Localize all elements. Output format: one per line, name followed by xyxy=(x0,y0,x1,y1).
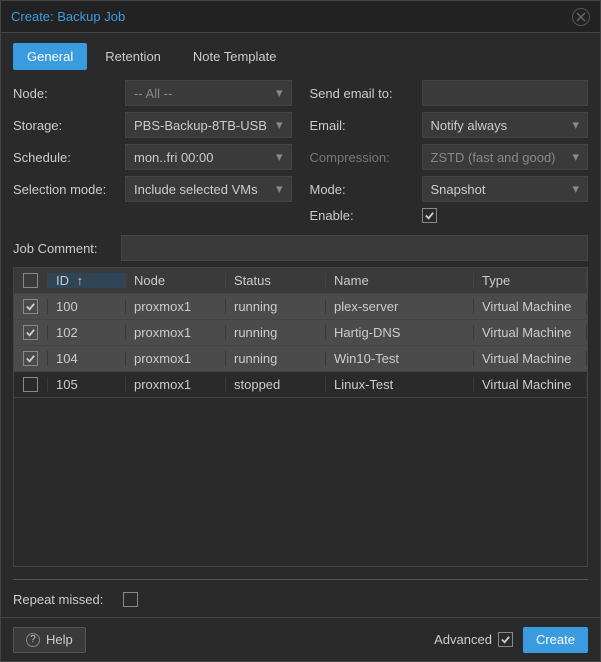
selection-value: Include selected VMs xyxy=(134,182,258,197)
sendto-label: Send email to: xyxy=(310,86,422,101)
email-label: Email: xyxy=(310,118,422,133)
titlebar: Create: Backup Job xyxy=(1,1,600,33)
cell-id: 104 xyxy=(48,351,126,366)
compression-label: Compression: xyxy=(310,150,422,165)
row-checkbox[interactable] xyxy=(23,377,38,392)
mode-value: Snapshot xyxy=(431,182,486,197)
enable-checkbox[interactable] xyxy=(422,208,437,223)
window-title: Create: Backup Job xyxy=(11,9,125,24)
header-id-label: ID xyxy=(56,273,69,288)
schedule-label: Schedule: xyxy=(13,150,125,165)
cell-status: stopped xyxy=(226,377,326,392)
sort-asc-icon: ↑ xyxy=(77,273,84,288)
chevron-down-icon: ▾ xyxy=(572,117,579,133)
dialog-window: Create: Backup Job General Retention Not… xyxy=(0,0,601,662)
storage-label: Storage: xyxy=(13,118,125,133)
compression-value: ZSTD (fast and good) xyxy=(431,150,556,165)
repeat-missed-label: Repeat missed: xyxy=(13,592,113,607)
cell-type: Virtual Machine xyxy=(474,325,587,340)
node-label: Node: xyxy=(13,86,125,101)
storage-value: PBS-Backup-8TB-USB xyxy=(134,118,267,133)
cell-status: running xyxy=(226,325,326,340)
schedule-value: mon..fri 00:00 xyxy=(134,150,214,165)
cell-status: running xyxy=(226,299,326,314)
table-row[interactable]: 104proxmox1runningWin10-TestVirtual Mach… xyxy=(14,346,587,372)
table-row[interactable]: 102proxmox1runningHartig-DNSVirtual Mach… xyxy=(14,320,587,346)
repeat-missed-checkbox[interactable] xyxy=(123,592,138,607)
node-select[interactable]: -- All -- ▾ xyxy=(125,80,292,106)
job-comment-input[interactable] xyxy=(121,235,588,261)
cell-name: Hartig-DNS xyxy=(326,325,474,340)
cell-node: proxmox1 xyxy=(126,299,226,314)
mode-label: Mode: xyxy=(310,182,422,197)
tabs: General Retention Note Template xyxy=(1,33,600,70)
header-type[interactable]: Type xyxy=(474,273,587,288)
node-value: -- All -- xyxy=(134,86,172,101)
cell-name: plex-server xyxy=(326,299,474,314)
chevron-down-icon: ▾ xyxy=(276,85,283,101)
header-node[interactable]: Node xyxy=(126,273,226,288)
cell-id: 102 xyxy=(48,325,126,340)
cell-node: proxmox1 xyxy=(126,377,226,392)
table-row[interactable]: 105proxmox1stoppedLinux-TestVirtual Mach… xyxy=(14,372,587,398)
storage-select[interactable]: PBS-Backup-8TB-USB ▾ xyxy=(125,112,292,138)
cell-name: Win10-Test xyxy=(326,351,474,366)
create-label: Create xyxy=(536,632,575,647)
separator xyxy=(13,579,588,580)
header-check[interactable] xyxy=(14,273,48,288)
advanced-checkbox[interactable] xyxy=(498,632,513,647)
table-body: 100proxmox1runningplex-serverVirtual Mac… xyxy=(14,294,587,566)
help-icon: ? xyxy=(26,633,40,647)
chevron-down-icon: ▾ xyxy=(572,181,579,197)
job-comment-row: Job Comment: xyxy=(1,229,600,267)
table-row[interactable]: 100proxmox1runningplex-serverVirtual Mac… xyxy=(14,294,587,320)
advanced-label: Advanced xyxy=(434,632,492,647)
cell-type: Virtual Machine xyxy=(474,351,587,366)
vm-table: ID ↑ Node Status Name Type 100proxmox1ru… xyxy=(13,267,588,567)
help-label: Help xyxy=(46,632,73,647)
form-area: Node: -- All -- ▾ Send email to: Storage… xyxy=(1,70,600,229)
job-comment-label: Job Comment: xyxy=(13,241,113,256)
advanced-toggle[interactable]: Advanced xyxy=(434,632,513,647)
tab-general[interactable]: General xyxy=(13,43,87,70)
selection-select[interactable]: Include selected VMs ▾ xyxy=(125,176,292,202)
header-name[interactable]: Name xyxy=(326,273,474,288)
select-all-checkbox[interactable] xyxy=(23,273,38,288)
cell-type: Virtual Machine xyxy=(474,377,587,392)
cell-node: proxmox1 xyxy=(126,351,226,366)
chevron-down-icon: ▾ xyxy=(572,149,579,165)
row-checkbox[interactable] xyxy=(23,299,38,314)
cell-status: running xyxy=(226,351,326,366)
compression-select: ZSTD (fast and good) ▾ xyxy=(422,144,589,170)
table-header: ID ↑ Node Status Name Type xyxy=(14,268,587,294)
cell-type: Virtual Machine xyxy=(474,299,587,314)
footer: ? Help Advanced Create xyxy=(1,617,600,661)
cell-name: Linux-Test xyxy=(326,377,474,392)
cell-id: 100 xyxy=(48,299,126,314)
sendto-input[interactable] xyxy=(422,80,589,106)
help-button[interactable]: ? Help xyxy=(13,627,86,653)
cell-node: proxmox1 xyxy=(126,325,226,340)
chevron-down-icon: ▾ xyxy=(276,149,283,165)
email-select[interactable]: Notify always ▾ xyxy=(422,112,589,138)
header-status[interactable]: Status xyxy=(226,273,326,288)
schedule-select[interactable]: mon..fri 00:00 ▾ xyxy=(125,144,292,170)
header-id[interactable]: ID ↑ xyxy=(48,273,126,288)
create-button[interactable]: Create xyxy=(523,627,588,653)
chevron-down-icon: ▾ xyxy=(276,117,283,133)
close-icon[interactable] xyxy=(572,8,590,26)
chevron-down-icon: ▾ xyxy=(276,181,283,197)
row-checkbox[interactable] xyxy=(23,325,38,340)
row-checkbox[interactable] xyxy=(23,351,38,366)
email-value: Notify always xyxy=(431,118,508,133)
tab-note-template[interactable]: Note Template xyxy=(179,43,291,70)
tab-retention[interactable]: Retention xyxy=(91,43,175,70)
mode-select[interactable]: Snapshot ▾ xyxy=(422,176,589,202)
repeat-missed-row: Repeat missed: xyxy=(1,592,600,617)
selection-label: Selection mode: xyxy=(13,182,125,197)
enable-label: Enable: xyxy=(310,208,422,223)
cell-id: 105 xyxy=(48,377,126,392)
